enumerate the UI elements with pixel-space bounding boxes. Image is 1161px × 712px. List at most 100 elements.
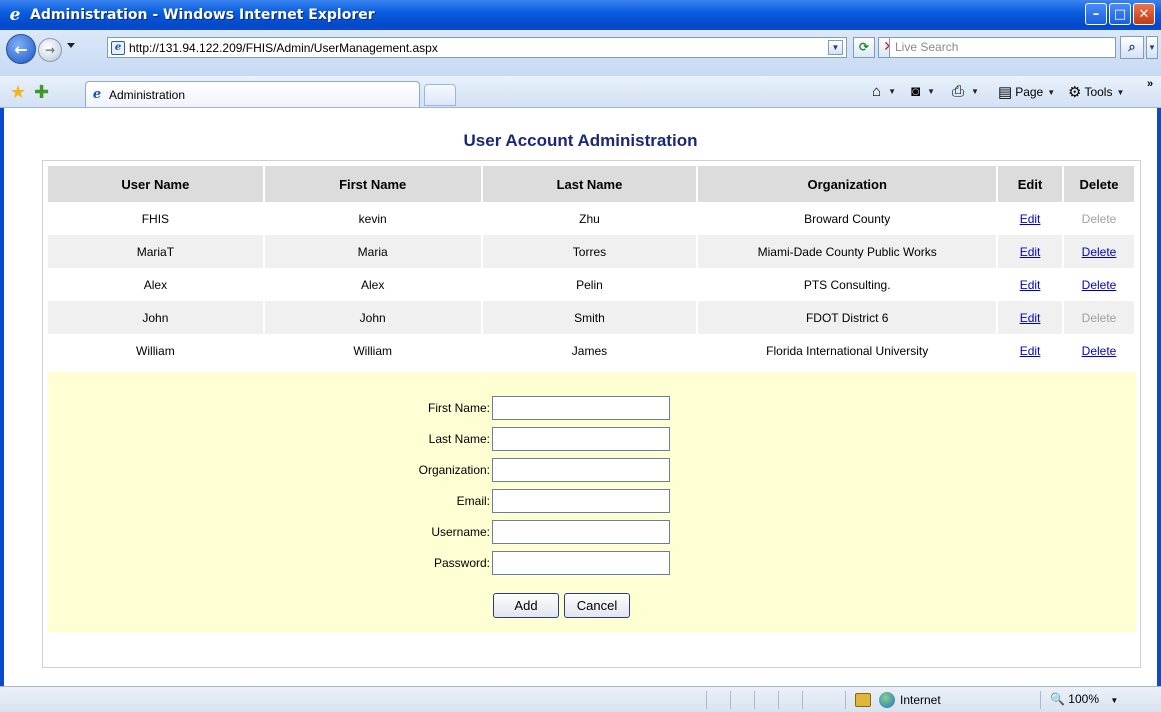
search-options-dropdown[interactable]: ▼ bbox=[1146, 36, 1158, 59]
maximize-button[interactable]: □ bbox=[1109, 3, 1131, 25]
printer-icon: ⎙ bbox=[952, 83, 965, 100]
cell-username: Alex bbox=[48, 268, 265, 301]
edit-link[interactable]: Edit bbox=[1020, 311, 1041, 325]
col-delete: Delete bbox=[1063, 166, 1136, 202]
edit-link[interactable]: Edit bbox=[1020, 278, 1041, 292]
password-row: Password: bbox=[48, 551, 1136, 575]
minimize-button[interactable]: – bbox=[1085, 3, 1107, 25]
page-content: User Account Administration User Name Fi… bbox=[0, 108, 1161, 686]
cell-first-name: Alex bbox=[263, 268, 483, 301]
password-field[interactable] bbox=[492, 551, 670, 575]
email-field[interactable] bbox=[492, 489, 670, 513]
edit-link[interactable]: Edit bbox=[1020, 344, 1041, 358]
cell-last-name: James bbox=[481, 334, 699, 367]
cell-organization: FDOT District 6 bbox=[697, 301, 999, 334]
cell-first-name: John bbox=[263, 301, 483, 334]
window-controls: – □ ✕ bbox=[1085, 3, 1155, 25]
security-zone[interactable]: Internet bbox=[855, 692, 941, 708]
last-name-row: Last Name: bbox=[48, 427, 1136, 451]
print-button[interactable]: ⎙ ▼ bbox=[952, 83, 979, 100]
zoom-icon: 🔍 bbox=[1050, 692, 1065, 706]
username-row: Username: bbox=[48, 520, 1136, 544]
delete-link[interactable]: Delete bbox=[1082, 344, 1117, 358]
zoom-dropdown-icon: ▼ bbox=[1110, 696, 1119, 705]
home-button[interactable]: ⌂ ▼ bbox=[872, 83, 896, 100]
page-menu-icon: ▤ bbox=[998, 84, 1013, 101]
zoom-level: 100% bbox=[1068, 692, 1099, 706]
cell-last-name: Zhu bbox=[481, 202, 699, 235]
tab-label: Administration bbox=[109, 87, 186, 102]
page-icon: e bbox=[92, 86, 102, 102]
edit-link[interactable]: Edit bbox=[1020, 212, 1041, 226]
cell-organization: Broward County bbox=[697, 202, 999, 235]
feeds-button[interactable]: ◙ ▼ bbox=[911, 83, 935, 100]
add-button[interactable]: Add bbox=[493, 593, 559, 618]
cell-first-name: William bbox=[263, 334, 483, 367]
table-row: MariaT Maria Torres Miami-Dade County Pu… bbox=[48, 235, 1136, 268]
more-commands-chevron[interactable]: » bbox=[1147, 78, 1153, 90]
cell-first-name: Maria bbox=[263, 235, 483, 268]
cell-organization: PTS Consulting. bbox=[697, 268, 999, 301]
add-favorite-icon[interactable]: ✚ bbox=[34, 82, 49, 103]
recent-pages-dropdown[interactable] bbox=[67, 43, 75, 48]
forward-button[interactable]: → bbox=[38, 38, 62, 62]
address-url[interactable]: http://131.94.122.209/FHIS/Admin/UserMan… bbox=[129, 41, 438, 55]
window-title: Administration - Windows Internet Explor… bbox=[30, 7, 375, 23]
refresh-button[interactable]: ⟳ bbox=[853, 37, 875, 58]
favorites-star-icon[interactable]: ★ bbox=[10, 82, 26, 103]
password-label: Password: bbox=[433, 556, 490, 570]
cell-first-name: kevin bbox=[263, 202, 483, 235]
first-name-field[interactable] bbox=[492, 396, 670, 420]
email-label: Email: bbox=[456, 494, 490, 508]
cancel-button[interactable]: Cancel bbox=[564, 593, 630, 618]
add-user-form: First Name: Last Name: Organization: Ema… bbox=[48, 372, 1136, 632]
table-row: John John Smith FDOT District 6 Edit Del… bbox=[48, 301, 1136, 334]
email-row: Email: bbox=[48, 489, 1136, 513]
page-title: User Account Administration bbox=[463, 131, 698, 150]
back-button[interactable]: ← bbox=[6, 34, 36, 64]
last-name-label: Last Name: bbox=[428, 432, 490, 446]
cell-username: MariaT bbox=[48, 235, 265, 268]
delete-link-disabled: Delete bbox=[1081, 211, 1117, 226]
zoom-control[interactable]: 🔍 100% ▼ bbox=[1050, 692, 1118, 706]
cell-organization: Miami-Dade County Public Works bbox=[697, 235, 999, 268]
zone-label: Internet bbox=[900, 693, 941, 707]
page-menu-label: Page bbox=[1015, 85, 1044, 99]
first-name-row: First Name: bbox=[48, 396, 1136, 420]
delete-link[interactable]: Delete bbox=[1082, 245, 1117, 259]
page-menu[interactable]: ▤ Page ▼ bbox=[998, 83, 1055, 101]
organization-row: Organization: bbox=[48, 458, 1136, 482]
edit-link[interactable]: Edit bbox=[1020, 245, 1041, 259]
delete-link[interactable]: Delete bbox=[1082, 278, 1117, 292]
username-label: Username: bbox=[431, 525, 490, 539]
status-bar: Internet 🔍 100% ▼ bbox=[0, 686, 1161, 712]
globe-icon bbox=[879, 692, 895, 708]
search-icon[interactable]: ⌕ bbox=[1120, 36, 1144, 59]
search-input[interactable]: Live Search bbox=[889, 37, 1116, 58]
delete-link-disabled: Delete bbox=[1081, 310, 1117, 325]
address-dropdown-icon[interactable]: ▼ bbox=[828, 40, 843, 55]
col-last-name: Last Name bbox=[481, 166, 699, 202]
username-field[interactable] bbox=[492, 520, 670, 544]
table-row: Alex Alex Pelin PTS Consulting. Edit Del… bbox=[48, 268, 1136, 301]
new-tab-button[interactable] bbox=[424, 84, 456, 106]
tab-administration[interactable]: e Administration bbox=[85, 81, 420, 107]
cell-username: FHIS bbox=[48, 202, 265, 235]
window-titlebar: e Administration - Windows Internet Expl… bbox=[0, 0, 1161, 30]
home-icon: ⌂ bbox=[872, 83, 882, 100]
last-name-field[interactable] bbox=[492, 427, 670, 451]
page-icon: e bbox=[111, 40, 125, 55]
organization-label: Organization: bbox=[418, 463, 490, 477]
col-first-name: First Name bbox=[263, 166, 483, 202]
tab-bar: ★ ✚ e Administration ⌂ ▼ ◙ ▼ ⎙ ▼ ▤ Page ▼ ⚙ To… bbox=[0, 76, 1161, 108]
tools-menu[interactable]: ⚙ Tools ▼ bbox=[1068, 83, 1124, 101]
address-bar[interactable]: e http://131.94.122.209/FHIS/Admin/UserM… bbox=[107, 37, 847, 58]
close-button[interactable]: ✕ bbox=[1133, 3, 1155, 25]
col-edit: Edit bbox=[997, 166, 1064, 202]
col-user-name: User Name bbox=[48, 166, 265, 202]
user-table: User Name First Name Last Name Organizat… bbox=[48, 166, 1136, 367]
organization-field[interactable] bbox=[492, 458, 670, 482]
rss-icon: ◙ bbox=[911, 83, 921, 100]
table-row: FHIS kevin Zhu Broward County Edit Delet… bbox=[48, 202, 1136, 235]
table-header-row: User Name First Name Last Name Organizat… bbox=[48, 166, 1136, 202]
